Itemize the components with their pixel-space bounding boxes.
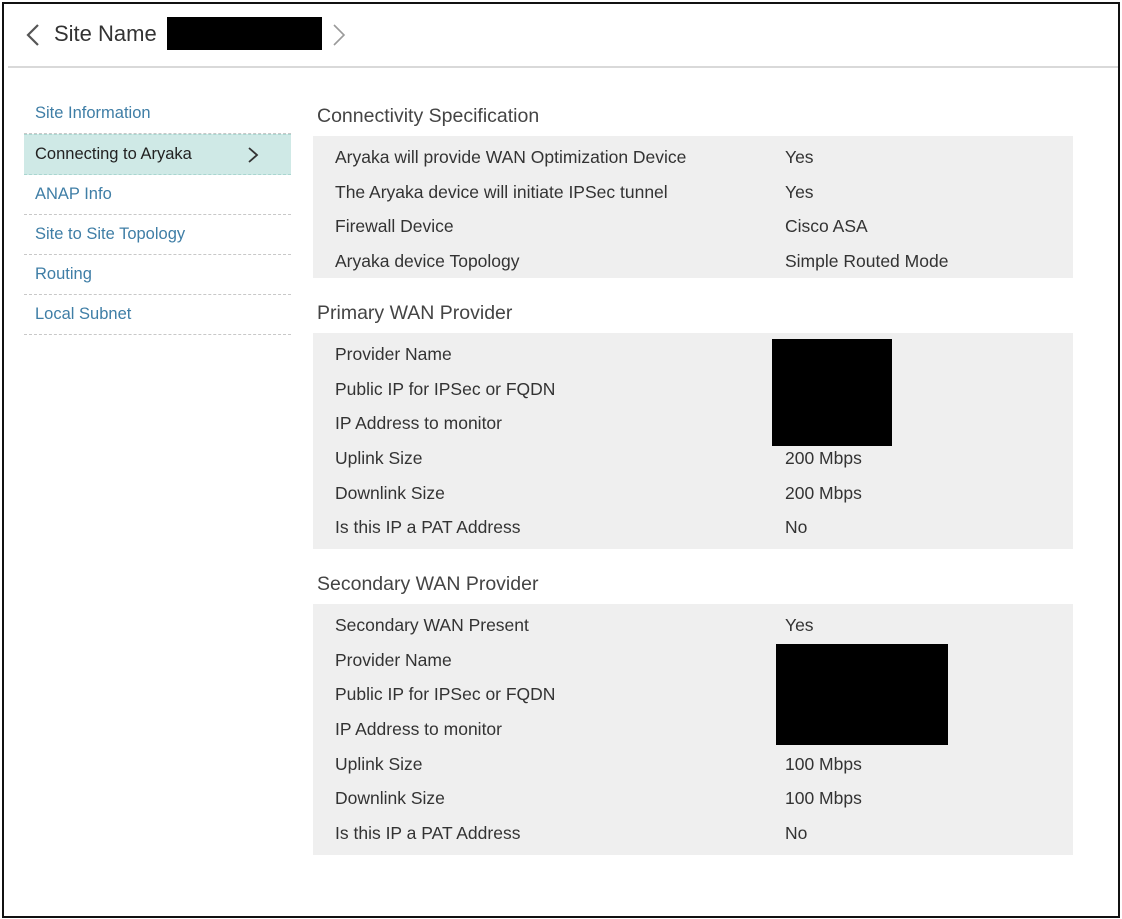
table-row: Secondary WAN Present Yes bbox=[313, 608, 1073, 643]
table-row: Provider Name bbox=[313, 643, 1073, 678]
field-label: IP Address to monitor bbox=[335, 719, 502, 740]
section-title-secondary-wan: Secondary WAN Provider bbox=[317, 573, 539, 595]
table-row: Downlink Size 100 Mbps bbox=[313, 781, 1073, 816]
table-row: Aryaka device Topology Simple Routed Mod… bbox=[313, 244, 1073, 279]
field-label: Aryaka will provide WAN Optimization Dev… bbox=[335, 147, 687, 167]
sidebar-item-label: ANAP Info bbox=[35, 185, 112, 203]
chevron-right-icon[interactable] bbox=[330, 23, 348, 47]
field-label: Secondary WAN Present bbox=[335, 615, 529, 635]
sidebar-item-label: Connecting to Aryaka bbox=[35, 145, 192, 163]
field-value: Cisco ASA bbox=[785, 216, 868, 237]
sidebar-item-site-information[interactable]: Site Information bbox=[24, 94, 291, 134]
field-label: Downlink Size bbox=[335, 788, 445, 809]
table-row: IP Address to monitor bbox=[313, 406, 1073, 441]
table-row: Is this IP a PAT Address No bbox=[313, 510, 1073, 545]
field-value: No bbox=[785, 823, 808, 844]
section-title-connectivity: Connectivity Specification bbox=[317, 105, 540, 127]
secondary-wan-panel: Secondary WAN Present Yes Provider Name … bbox=[313, 604, 1073, 855]
table-row: Provider Name bbox=[313, 337, 1073, 372]
section-title-primary-wan: Primary WAN Provider bbox=[317, 302, 513, 324]
table-row: Downlink Size 200 Mbps bbox=[313, 476, 1073, 511]
sidebar-item-routing[interactable]: Routing bbox=[24, 255, 291, 295]
field-label: Aryaka device Topology bbox=[335, 251, 520, 272]
field-value: Simple Routed Mode bbox=[785, 251, 949, 272]
field-value: No bbox=[785, 517, 808, 538]
header-bar: Site Name bbox=[8, 4, 1118, 68]
field-label: Is this IP a PAT Address bbox=[335, 823, 521, 844]
field-label: Uplink Size bbox=[335, 753, 423, 774]
field-value: Yes bbox=[785, 181, 814, 202]
field-value: Yes bbox=[785, 615, 814, 635]
sidebar-item-label: Routing bbox=[35, 265, 92, 283]
chevron-left-icon[interactable] bbox=[22, 23, 44, 47]
table-row: The Aryaka device will initiate IPSec tu… bbox=[313, 175, 1073, 210]
field-label: Public IP for IPSec or FQDN bbox=[335, 684, 556, 705]
sidebar-nav: Site Information Connecting to Aryaka AN… bbox=[24, 94, 291, 335]
field-label: Uplink Size bbox=[335, 448, 423, 469]
field-value: 100 Mbps bbox=[785, 753, 862, 774]
field-value: 100 Mbps bbox=[785, 788, 862, 809]
redacted-site-name bbox=[167, 17, 322, 50]
field-label: The Aryaka device will initiate IPSec tu… bbox=[335, 181, 668, 202]
sidebar-item-site-to-site-topology[interactable]: Site to Site Topology bbox=[24, 215, 291, 255]
chevron-right-icon bbox=[248, 147, 259, 163]
sidebar-item-label: Local Subnet bbox=[35, 305, 132, 323]
table-row: Is this IP a PAT Address No bbox=[313, 816, 1073, 851]
field-value: Yes bbox=[785, 147, 814, 167]
field-label: Provider Name bbox=[335, 344, 452, 364]
field-value: 200 Mbps bbox=[785, 448, 862, 469]
sidebar-item-local-subnet[interactable]: Local Subnet bbox=[24, 295, 291, 335]
table-row: Uplink Size 100 Mbps bbox=[313, 747, 1073, 782]
sidebar-item-label: Site to Site Topology bbox=[35, 225, 186, 243]
field-label: Is this IP a PAT Address bbox=[335, 517, 521, 538]
sidebar-item-connecting-to-aryaka[interactable]: Connecting to Aryaka bbox=[24, 134, 291, 175]
table-row: Public IP for IPSec or FQDN bbox=[313, 372, 1073, 407]
table-row: Public IP for IPSec or FQDN bbox=[313, 677, 1073, 712]
field-value: 200 Mbps bbox=[785, 482, 862, 503]
redacted-primary-provider-details bbox=[772, 339, 892, 446]
field-label: IP Address to monitor bbox=[335, 413, 502, 434]
field-label: Firewall Device bbox=[335, 216, 454, 237]
table-row: Uplink Size 200 Mbps bbox=[313, 441, 1073, 476]
primary-wan-panel: Provider Name Public IP for IPSec or FQD… bbox=[313, 333, 1073, 549]
page-title: Site Name bbox=[54, 21, 157, 46]
field-label: Public IP for IPSec or FQDN bbox=[335, 378, 556, 399]
app-window: Site Name Site Information Connecting to… bbox=[2, 2, 1120, 918]
main-content: Connectivity Specification Aryaka will p… bbox=[313, 98, 1073, 855]
redacted-secondary-provider-details bbox=[776, 644, 948, 745]
connectivity-panel: Aryaka will provide WAN Optimization Dev… bbox=[313, 136, 1073, 278]
field-label: Provider Name bbox=[335, 649, 452, 670]
sidebar-item-label: Site Information bbox=[35, 104, 151, 122]
table-row: IP Address to monitor bbox=[313, 712, 1073, 747]
table-row: Firewall Device Cisco ASA bbox=[313, 209, 1073, 244]
sidebar-item-anap-info[interactable]: ANAP Info bbox=[24, 175, 291, 215]
table-row: Aryaka will provide WAN Optimization Dev… bbox=[313, 140, 1073, 175]
field-label: Downlink Size bbox=[335, 482, 445, 503]
